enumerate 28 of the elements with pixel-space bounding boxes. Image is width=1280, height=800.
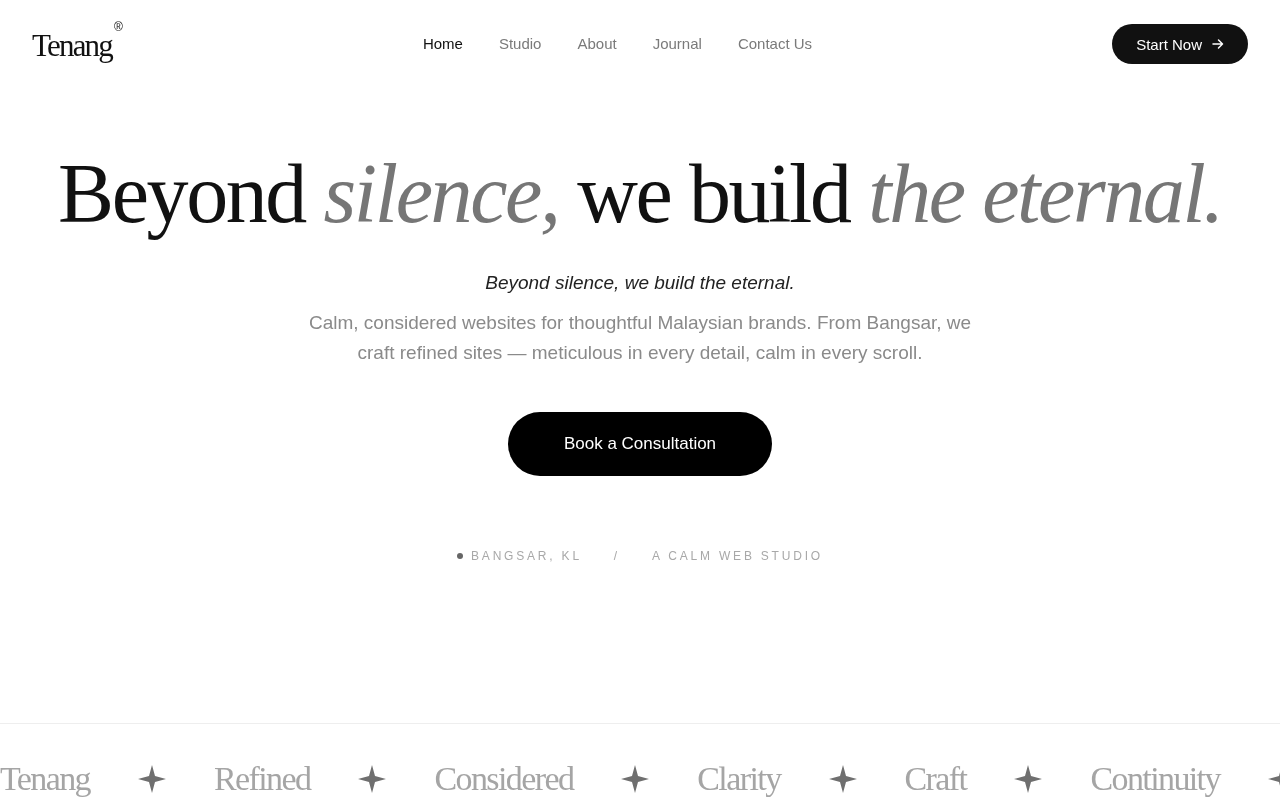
logo-wordmark[interactable]: Tenang xyxy=(32,28,112,64)
marquee-word: Considered xyxy=(434,759,574,799)
nav-link[interactable]: Home xyxy=(422,34,463,54)
nav-link[interactable]: Contact Us xyxy=(737,34,813,54)
nav-link[interactable]: Studio xyxy=(498,34,542,54)
hero-headline: Beyond silence, we build the eternal. xyxy=(58,146,1222,242)
marquee-word: Refined xyxy=(214,759,311,799)
nav-link[interactable]: Journal xyxy=(652,34,702,54)
arrow-right-icon xyxy=(1212,38,1224,50)
dot-icon xyxy=(457,553,464,559)
marquee-word: Craft xyxy=(904,759,967,799)
four-point-star-icon xyxy=(828,765,857,793)
book-consultation-button[interactable]: Book a Consultation xyxy=(508,412,772,476)
nav-link[interactable]: About xyxy=(577,34,617,54)
registered-mark: ® xyxy=(114,20,123,33)
four-point-star-icon xyxy=(621,765,650,793)
separator-slash: / xyxy=(613,548,620,564)
four-point-star-icon xyxy=(138,765,166,793)
four-point-star-icon xyxy=(358,765,387,793)
marquee-word: Clarity xyxy=(697,759,781,799)
marquee-word: Tenang xyxy=(0,759,90,799)
location-label: BANGSAR, KL xyxy=(471,548,582,564)
start-now-button[interactable]: Start Now xyxy=(1112,24,1248,64)
four-point-star-icon xyxy=(1014,765,1043,793)
marquee-word: Continuity xyxy=(1090,759,1220,799)
hero-description: Calm, considered websites for thoughtful Malaysian brands. From Bangsar, we craft refined sites — meticulous in every detail, calm in every scroll. xyxy=(307,311,973,365)
studio-descriptor: A CALM WEB STUDIO xyxy=(652,548,823,564)
hero-tagline: Beyond silence, we build the eternal. xyxy=(485,271,795,295)
